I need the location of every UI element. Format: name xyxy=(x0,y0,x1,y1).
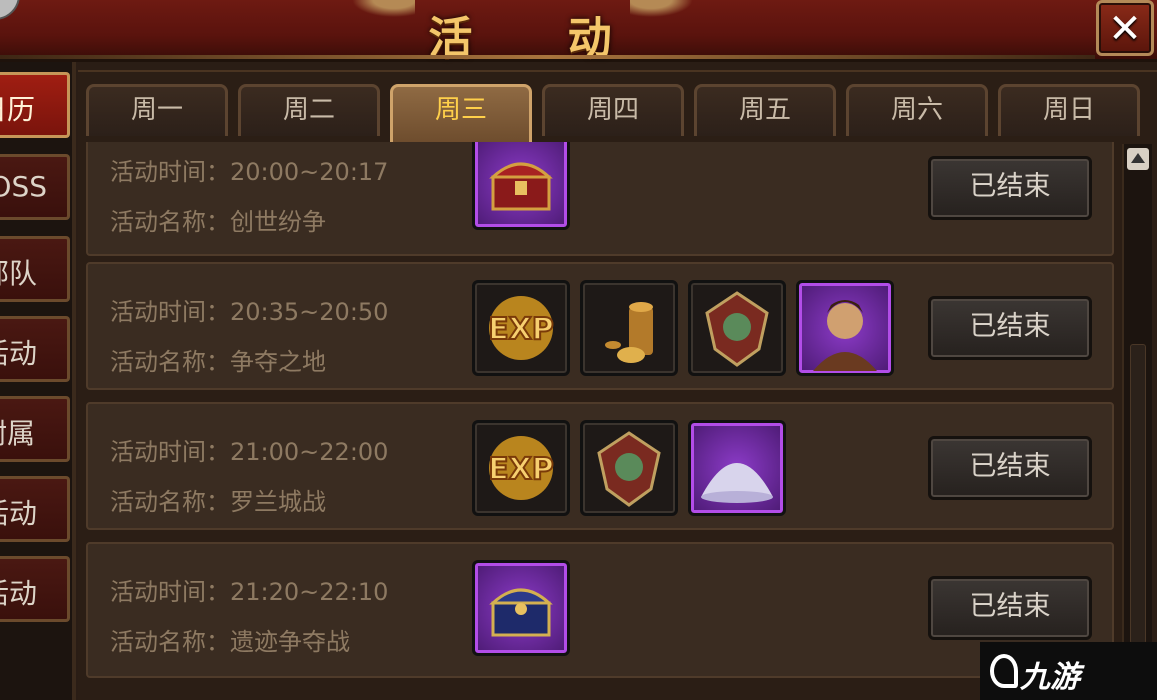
sidebar-item-boss[interactable]: OSS xyxy=(0,154,70,220)
activity-window: 活 动 ✕ 日历 OSS 部队 活动 附属 活动 活动 周一 周二 周三 周四 … xyxy=(0,0,1157,700)
tab-friday[interactable]: 周五 xyxy=(694,84,836,136)
svg-text:EXP: EXP xyxy=(488,312,554,347)
sidebar-item-label: 日历 xyxy=(0,93,35,126)
sidebar-item-label: 部队 xyxy=(0,257,37,290)
status-ended-button[interactable]: 已结束 xyxy=(928,296,1092,360)
sidebar-item-activity-2[interactable]: 活动 xyxy=(0,476,70,542)
name-value: 遗迹争夺战 xyxy=(230,628,350,656)
time-value: 21:00~22:00 xyxy=(230,438,389,466)
event-row: 活动时间：20:35~20:50 活动名称：争夺之地 EXP 已结束 xyxy=(86,262,1114,390)
name-value: 争夺之地 xyxy=(230,348,326,376)
tab-label: 周四 xyxy=(586,95,639,125)
tab-label: 周五 xyxy=(738,95,791,125)
sidebar-item-activity-1[interactable]: 活动 xyxy=(0,316,70,382)
name-value: 罗兰城战 xyxy=(230,488,326,516)
tab-monday[interactable]: 周一 xyxy=(86,84,228,136)
name-label: 活动名称： xyxy=(110,348,230,376)
tab-label: 周二 xyxy=(282,95,335,125)
exp-icon[interactable]: EXP xyxy=(472,420,570,516)
event-row: 活动时间：21:00~22:00 活动名称：罗兰城战 EXP 已结束 xyxy=(86,402,1114,530)
event-name: 活动名称：争夺之地 xyxy=(110,342,326,377)
treasure-chest-blue-icon[interactable] xyxy=(472,560,570,656)
event-time: 活动时间：21:00~22:00 xyxy=(110,432,388,467)
event-list[interactable]: 活动时间：20:00~20:17 活动名称：创世纷争 已结束 活动时间：20:3… xyxy=(86,142,1114,700)
event-name: 活动名称：罗兰城战 xyxy=(110,482,326,517)
scroll-thumb[interactable] xyxy=(1130,344,1146,644)
watermark: 九游 xyxy=(980,642,1157,700)
sidebar-item-label: 活动 xyxy=(0,337,37,370)
event-time: 活动时间：21:20~22:10 xyxy=(110,572,388,607)
treasure-chest-red-icon[interactable] xyxy=(472,142,570,230)
exp-icon[interactable]: EXP xyxy=(472,280,570,376)
status-ended-button[interactable]: 已结束 xyxy=(928,156,1092,220)
time-label: 活动时间： xyxy=(110,158,230,186)
sidebar-item-label: OSS xyxy=(0,170,47,203)
emblem-shield-icon[interactable] xyxy=(580,420,678,516)
time-value: 20:00~20:17 xyxy=(230,158,389,186)
event-row: 活动时间：21:20~22:10 活动名称：遗迹争夺战 已结束 xyxy=(86,542,1114,678)
powder-pile-icon[interactable] xyxy=(688,420,786,516)
main-panel: 周一 周二 周三 周四 周五 周六 周日 活动时间：20:00~20:17 活动… xyxy=(78,70,1157,700)
time-value: 20:35~20:50 xyxy=(230,298,389,326)
close-x-icon: ✕ xyxy=(1108,6,1142,52)
close-button[interactable]: ✕ xyxy=(1096,0,1154,56)
event-name: 活动名称：遗迹争夺战 xyxy=(110,622,350,657)
watermark-text: 九游 xyxy=(1020,660,1080,695)
tab-thursday[interactable]: 周四 xyxy=(542,84,684,136)
status-ended-button[interactable]: 已结束 xyxy=(928,576,1092,640)
time-label: 活动时间： xyxy=(110,298,230,326)
tab-sunday[interactable]: 周日 xyxy=(998,84,1140,136)
event-row: 活动时间：20:00~20:17 活动名称：创世纷争 已结束 xyxy=(86,142,1114,256)
name-label: 活动名称： xyxy=(110,208,230,236)
watermark-logo-icon xyxy=(990,654,1018,688)
sidebar-item-label: 附属 xyxy=(0,417,35,450)
scrollbar[interactable] xyxy=(1122,144,1152,700)
gold-coins-icon[interactable] xyxy=(580,280,678,376)
status-ended-button[interactable]: 已结束 xyxy=(928,436,1092,500)
name-label: 活动名称： xyxy=(110,488,230,516)
tab-wednesday[interactable]: 周三 xyxy=(390,84,532,144)
name-value: 创世纷争 xyxy=(230,208,326,236)
svg-text:EXP: EXP xyxy=(488,452,554,487)
time-value: 21:20~22:10 xyxy=(230,578,389,606)
tab-label: 周六 xyxy=(890,95,943,125)
event-name: 活动名称：创世纷争 xyxy=(110,202,326,237)
sidebar-item-label: 活动 xyxy=(0,577,37,610)
sidebar: 日历 OSS 部队 活动 附属 活动 活动 xyxy=(0,62,76,700)
title-bar: 活 动 xyxy=(0,0,1157,64)
tab-label: 周日 xyxy=(1042,95,1095,125)
tab-label: 周一 xyxy=(130,95,183,125)
sidebar-item-label: 活动 xyxy=(0,497,37,530)
tab-tuesday[interactable]: 周二 xyxy=(238,84,380,136)
title-divider xyxy=(0,55,1095,59)
time-label: 活动时间： xyxy=(110,438,230,466)
scroll-up-arrow-icon[interactable] xyxy=(1127,148,1149,170)
event-time: 活动时间：20:35~20:50 xyxy=(110,292,388,327)
event-time: 活动时间：20:00~20:17 xyxy=(110,152,388,187)
sidebar-item-activity-3[interactable]: 活动 xyxy=(0,556,70,622)
sidebar-item-affiliate[interactable]: 附属 xyxy=(0,396,70,462)
time-label: 活动时间： xyxy=(110,578,230,606)
tab-saturday[interactable]: 周六 xyxy=(846,84,988,136)
hero-portrait-icon[interactable] xyxy=(796,280,894,376)
weekday-tabs: 周一 周二 周三 周四 周五 周六 周日 xyxy=(86,84,1146,144)
sidebar-item-calendar[interactable]: 日历 xyxy=(0,72,70,138)
name-label: 活动名称： xyxy=(110,628,230,656)
emblem-shield-icon[interactable] xyxy=(688,280,786,376)
sidebar-item-troops[interactable]: 部队 xyxy=(0,236,70,302)
tab-label: 周三 xyxy=(434,95,487,125)
